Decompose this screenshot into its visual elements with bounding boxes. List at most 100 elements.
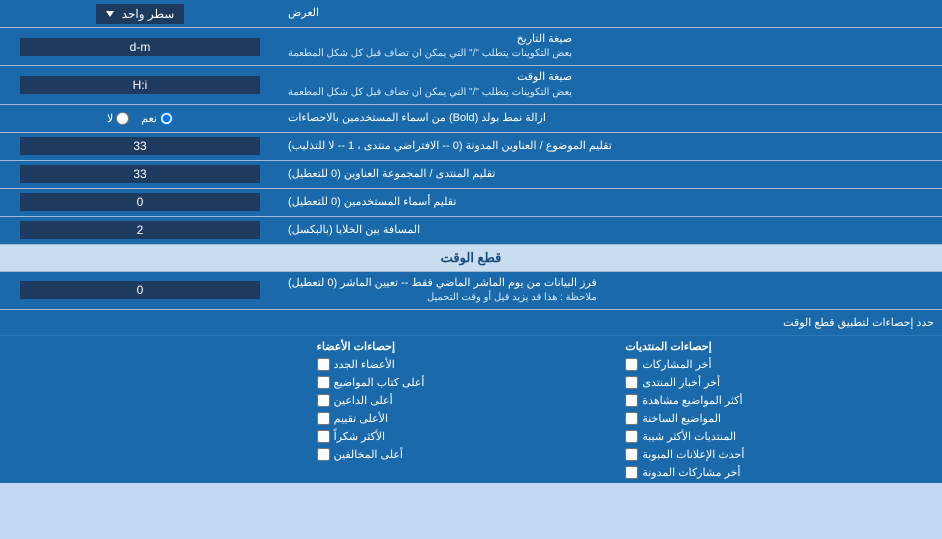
forum-title-input-cell	[0, 161, 280, 188]
cell-spacing-label: المسافة بين الخلايا (بالبكسل)	[280, 217, 942, 244]
time-format-title: صيغة الوقت	[288, 70, 572, 85]
date-format-title: صيغة التاريخ	[288, 32, 572, 47]
usernames-input[interactable]	[20, 193, 260, 211]
chk-top-writers: أعلى كتاب المواضيع	[317, 376, 626, 389]
forum-title-input[interactable]	[20, 165, 260, 183]
chk-last-posts-input[interactable]	[625, 358, 638, 371]
chk-most-viewed: أكثر المواضيع مشاهدة	[625, 394, 934, 407]
forum-title-row: تقليم المنتدى / المجموعة العناوين (0 للت…	[0, 161, 942, 189]
chk-forum-news-label: أخر أخبار المنتدى	[642, 376, 720, 389]
col2-header: إحصاءات الأعضاء	[317, 340, 626, 353]
display-mode-input-cell: سطر واحد	[0, 0, 280, 27]
chk-blog-posts-input[interactable]	[625, 466, 638, 479]
chk-most-thanks: الأكثر شكراً	[317, 430, 626, 443]
chk-hot-topics-input[interactable]	[625, 412, 638, 425]
chk-most-thanks-label: الأكثر شكراً	[334, 430, 385, 443]
chk-popular-forums-label: المنتديات الأكثر شيبة	[642, 430, 736, 443]
time-format-input-cell	[0, 66, 280, 103]
date-format-row: صيغة التاريخ بعض التكوينات يتطلب "/" الت…	[0, 28, 942, 66]
checkboxes-area: إحصاءات المنتديات أخر المشاركات أخر أخبا…	[0, 336, 942, 483]
chk-latest-ads: أحدث الإعلانات المبوبة	[625, 448, 934, 461]
chk-new-members-input[interactable]	[317, 358, 330, 371]
display-mode-dropdown[interactable]: سطر واحد	[96, 4, 185, 24]
chk-top-rated-input[interactable]	[317, 412, 330, 425]
chk-top-violators-label: أعلى المخالفين	[334, 448, 403, 461]
display-mode-label: العرض	[280, 0, 942, 27]
usernames-label: تقليم أسماء المستخدمين (0 للتعطيل)	[280, 189, 942, 216]
chk-last-posts: أخر المشاركات	[625, 358, 934, 371]
cutoff-days-input[interactable]	[20, 281, 260, 299]
usernames-input-cell	[0, 189, 280, 216]
chk-top-rated: الأعلى تقييم	[317, 412, 626, 425]
limit-label: حدد إحصاءات لتطبيق قطع الوقت	[0, 313, 942, 332]
main-container: العرض سطر واحد صيغة التاريخ بعض التكوينا…	[0, 0, 942, 483]
subject-title-label: تقليم الموضوع / العناوين المدونة (0 -- ا…	[280, 133, 942, 160]
chk-blog-posts: أخر مشاركات المدونة	[625, 466, 934, 479]
limit-label-row: حدد إحصاءات لتطبيق قطع الوقت	[0, 310, 942, 336]
bold-remove-radio-cell: نعم لا	[0, 105, 280, 132]
chk-popular-forums: المنتديات الأكثر شيبة	[625, 430, 934, 443]
chk-new-members-label: الأعضاء الجدد	[334, 358, 395, 371]
checkboxes-section: حدد إحصاءات لتطبيق قطع الوقت إحصاءات الم…	[0, 310, 942, 483]
chk-top-inviters-label: أعلى الداعين	[334, 394, 393, 407]
chk-popular-forums-input[interactable]	[625, 430, 638, 443]
chk-top-rated-label: الأعلى تقييم	[334, 412, 388, 425]
cell-spacing-input[interactable]	[20, 221, 260, 239]
chk-top-writers-label: أعلى كتاب المواضيع	[334, 376, 425, 389]
date-format-input[interactable]	[20, 38, 260, 56]
chk-forum-news: أخر أخبار المنتدى	[625, 376, 934, 389]
bold-no-radio[interactable]	[116, 112, 129, 125]
chk-hot-topics-label: المواضيع الساخنة	[642, 412, 721, 425]
cutoff-days-label: فرز البيانات من يوم الماشر الماضي فقط --…	[280, 272, 942, 309]
bold-yes-text: نعم	[141, 112, 157, 125]
chk-top-violators-input[interactable]	[317, 448, 330, 461]
bold-no-text: لا	[107, 112, 113, 125]
col1-header: إحصاءات المنتديات	[625, 340, 934, 353]
chk-most-viewed-label: أكثر المواضيع مشاهدة	[642, 394, 742, 407]
cutoff-days-title: فرز البيانات من يوم الماشر الماضي فقط --…	[288, 276, 597, 291]
time-format-row: صيغة الوقت بعض التكوينات يتطلب "/" التي …	[0, 66, 942, 104]
chk-top-inviters: أعلى الداعين	[317, 394, 626, 407]
date-format-input-cell	[0, 28, 280, 65]
bold-yes-label[interactable]: نعم	[141, 112, 173, 125]
cutoff-days-row: فرز البيانات من يوم الماشر الماضي فقط --…	[0, 272, 942, 310]
bold-remove-row: ازالة نمط بولد (Bold) من اسماء المستخدمي…	[0, 105, 942, 133]
time-format-note: بعض التكوينات يتطلب "/" التي يمكن ان تضا…	[288, 86, 572, 100]
chk-top-writers-input[interactable]	[317, 376, 330, 389]
chk-new-members: الأعضاء الجدد	[317, 358, 626, 371]
chk-blog-posts-label: أخر مشاركات المدونة	[642, 466, 740, 479]
subject-title-input-cell	[0, 133, 280, 160]
col1: إحصاءات المنتديات أخر المشاركات أخر أخبا…	[625, 340, 934, 479]
dropdown-arrow-icon	[106, 11, 114, 17]
cutoff-days-note: ملاحظة : هذا قد يزيد قيل أو وقت التحميل	[288, 291, 597, 305]
forum-title-label: تقليم المنتدى / المجموعة العناوين (0 للت…	[280, 161, 942, 188]
col2-header-text: إحصاءات الأعضاء	[317, 340, 395, 353]
time-format-input[interactable]	[20, 76, 260, 94]
usernames-row: تقليم أسماء المستخدمين (0 للتعطيل)	[0, 189, 942, 217]
subject-title-row: تقليم الموضوع / العناوين المدونة (0 -- ا…	[0, 133, 942, 161]
subject-title-input[interactable]	[20, 137, 260, 155]
chk-latest-ads-input[interactable]	[625, 448, 638, 461]
cutoff-section-header: قطع الوقت	[0, 245, 942, 272]
col3	[8, 340, 317, 479]
bold-no-label[interactable]: لا	[107, 112, 129, 125]
cutoff-days-input-cell	[0, 272, 280, 309]
cell-spacing-input-cell	[0, 217, 280, 244]
col1-header-text: إحصاءات المنتديات	[625, 340, 711, 353]
chk-forum-news-input[interactable]	[625, 376, 638, 389]
cell-spacing-row: المسافة بين الخلايا (بالبكسل)	[0, 217, 942, 245]
chk-latest-ads-label: أحدث الإعلانات المبوبة	[642, 448, 744, 461]
chk-last-posts-label: أخر المشاركات	[642, 358, 711, 371]
bold-yes-radio[interactable]	[160, 112, 173, 125]
chk-most-thanks-input[interactable]	[317, 430, 330, 443]
date-format-label: صيغة التاريخ بعض التكوينات يتطلب "/" الت…	[280, 28, 942, 65]
bold-remove-label: ازالة نمط بولد (Bold) من اسماء المستخدمي…	[280, 105, 942, 132]
chk-top-violators: أعلى المخالفين	[317, 448, 626, 461]
chk-hot-topics: المواضيع الساخنة	[625, 412, 934, 425]
dropdown-value: سطر واحد	[122, 7, 175, 21]
col2: إحصاءات الأعضاء الأعضاء الجدد أعلى كتاب …	[317, 340, 626, 479]
date-format-note: بعض التكوينات يتطلب "/" التي يمكن ان تضا…	[288, 47, 572, 61]
chk-top-inviters-input[interactable]	[317, 394, 330, 407]
time-format-label: صيغة الوقت بعض التكوينات يتطلب "/" التي …	[280, 66, 942, 103]
chk-most-viewed-input[interactable]	[625, 394, 638, 407]
